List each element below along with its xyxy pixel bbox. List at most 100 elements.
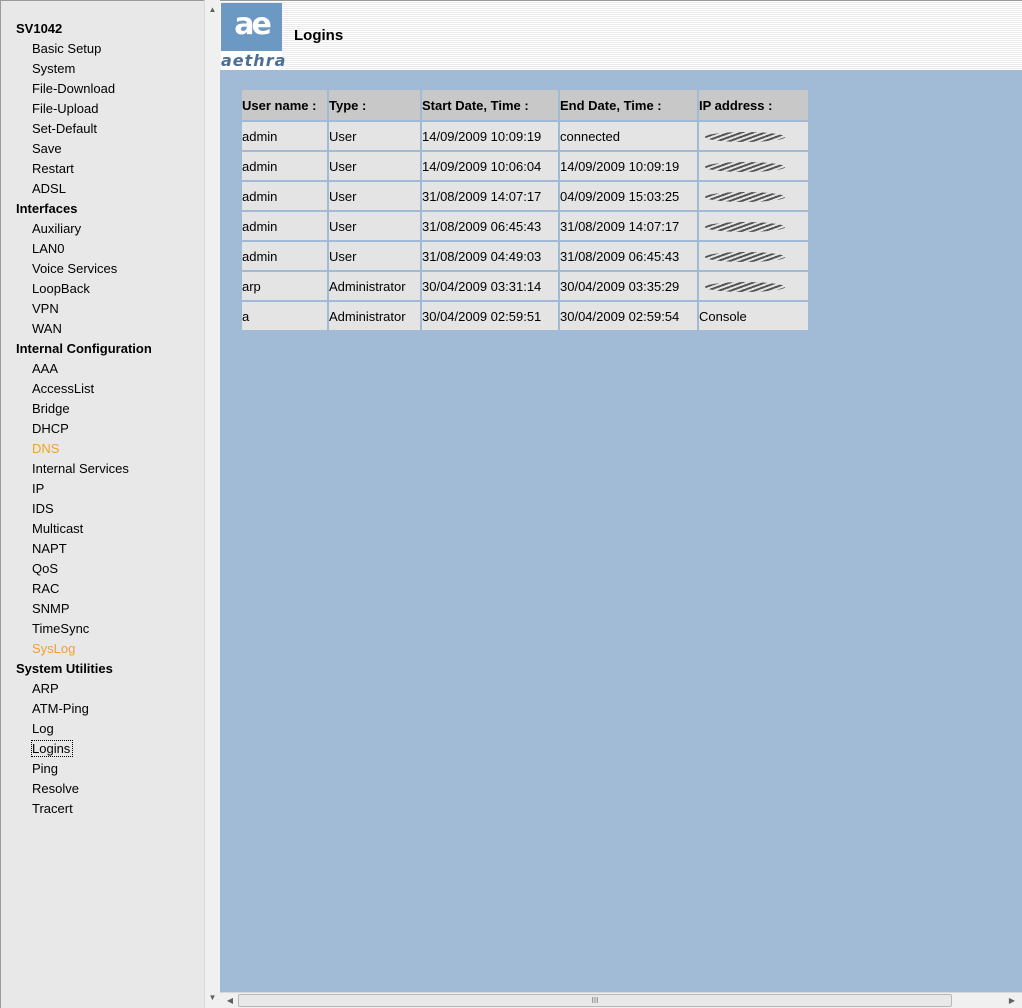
cell-ip-address	[699, 120, 808, 150]
redacted-ip-mark	[705, 222, 785, 233]
nav-item-label: SNMP	[32, 601, 70, 616]
nav-item-adsl[interactable]: ADSL	[1, 179, 205, 199]
nav-item-label: Save	[32, 141, 62, 156]
nav-item-label: Bridge	[32, 401, 70, 416]
nav-item-label: QoS	[32, 561, 59, 576]
nav-item-label: Auxiliary	[32, 221, 82, 236]
content-horizontal-scrollbar[interactable]: ◀ III ▶	[220, 992, 1022, 1008]
nav-item-system[interactable]: System	[1, 59, 205, 79]
cell-start-date: 30/04/2009 02:59:51	[422, 300, 560, 330]
navigation-panel: SV1042 Basic Setup System File-Download File…	[0, 0, 204, 1008]
cell-ip-address	[699, 150, 808, 180]
cell-ip-address	[699, 210, 808, 240]
nav-item-arp[interactable]: ARP	[1, 679, 205, 699]
nav-item-vpn[interactable]: VPN	[1, 299, 205, 319]
scroll-left-arrow-icon[interactable]: ◀	[222, 993, 238, 1008]
nav-item-file-upload[interactable]: File-Upload	[1, 99, 205, 119]
nav-item-basic-setup[interactable]: Basic Setup	[1, 39, 205, 59]
navigation-frame: SV1042 Basic Setup System File-Download File…	[0, 0, 220, 1008]
nav-item-log[interactable]: Log	[1, 719, 205, 739]
nav-item-syslog[interactable]: SysLog	[1, 639, 205, 659]
nav-item-rac[interactable]: RAC	[1, 579, 205, 599]
nav-item-bridge[interactable]: Bridge	[1, 399, 205, 419]
nav-item-file-download[interactable]: File-Download	[1, 79, 205, 99]
nav-item-dns[interactable]: DNS	[1, 439, 205, 459]
logins-table-body: admin User 14/09/2009 10:09:19 connected adm…	[242, 120, 808, 330]
nav-item-resolve[interactable]: Resolve	[1, 779, 205, 799]
table-header-row: User name : Type : Start Date, Time : En…	[242, 90, 808, 120]
table-row: a Administrator 30/04/2009 02:59:51 30/04/2…	[242, 300, 808, 330]
nav-item-lan0[interactable]: LAN0	[1, 239, 205, 259]
horizontal-scroll-thumb[interactable]: III	[238, 994, 952, 1007]
table-row: admin User 31/08/2009 06:45:43 31/08/2009 1…	[242, 210, 808, 240]
nav-item-ids[interactable]: IDS	[1, 499, 205, 519]
nav-group-title[interactable]: Interfaces	[1, 199, 205, 219]
cell-type: Administrator	[329, 300, 422, 330]
nav-group-title[interactable]: Internal Configuration	[1, 339, 205, 359]
table-row: admin User 31/08/2009 14:07:17 04/09/2009 1…	[242, 180, 808, 210]
page-header: ae aethra Logins	[220, 0, 1022, 70]
cell-ip-address	[699, 240, 808, 270]
nav-item-label: File-Download	[32, 81, 116, 96]
cell-type: User	[329, 150, 422, 180]
nav-item-loopback[interactable]: LoopBack	[1, 279, 205, 299]
nav-item-aaa[interactable]: AAA	[1, 359, 205, 379]
cell-start-date: 30/04/2009 03:31:14	[422, 270, 560, 300]
nav-item-label: SysLog	[32, 641, 76, 656]
nav-item-label: Basic Setup	[32, 41, 102, 56]
cell-start-date: 31/08/2009 04:49:03	[422, 240, 560, 270]
nav-item-atm-ping[interactable]: ATM-Ping	[1, 699, 205, 719]
nav-item-napt[interactable]: NAPT	[1, 539, 205, 559]
nav-item-ip[interactable]: IP	[1, 479, 205, 499]
nav-item-label: Log	[32, 721, 54, 736]
nav-item-set-default[interactable]: Set-Default	[1, 119, 205, 139]
cell-start-date: 14/09/2009 10:06:04	[422, 150, 560, 180]
scroll-right-arrow-icon[interactable]: ▶	[1004, 993, 1020, 1008]
navigation-vertical-scrollbar[interactable]: ▲ ▼	[204, 0, 220, 1008]
nav-item-label: Internal Services	[32, 461, 129, 476]
nav-item-voice-services[interactable]: Voice Services	[1, 259, 205, 279]
nav-group-title[interactable]: SV1042	[1, 19, 205, 39]
nav-item-label: ADSL	[32, 181, 66, 196]
nav-item-label: WAN	[32, 321, 62, 336]
nav-item-label: Tracert	[32, 801, 73, 816]
nav-item-internal-services[interactable]: Internal Services	[1, 459, 205, 479]
nav-item-label: LAN0	[32, 241, 65, 256]
nav-item-label: File-Upload	[32, 101, 99, 116]
nav-item-save[interactable]: Save	[1, 139, 205, 159]
page-title: Logins	[294, 27, 344, 44]
nav-item-accesslist[interactable]: AccessList	[1, 379, 205, 399]
nav-item-tracert[interactable]: Tracert	[1, 799, 205, 819]
nav-item-label: ARP	[32, 681, 59, 696]
cell-type: User	[329, 210, 422, 240]
scroll-up-arrow-icon[interactable]: ▲	[205, 2, 220, 18]
redacted-ip-mark	[705, 282, 785, 293]
aethra-logo: ae aethra	[221, 3, 285, 70]
nav-item-label: IP	[32, 481, 45, 496]
cell-ip-address	[699, 270, 808, 300]
nav-item-snmp[interactable]: SNMP	[1, 599, 205, 619]
nav-item-logins[interactable]: Logins	[1, 739, 205, 759]
nav-item-qos[interactable]: QoS	[1, 559, 205, 579]
nav-item-ping[interactable]: Ping	[1, 759, 205, 779]
cell-end-date: 14/09/2009 10:09:19	[560, 150, 699, 180]
nav-item-restart[interactable]: Restart	[1, 159, 205, 179]
nav-group-title[interactable]: System Utilities	[1, 659, 205, 679]
cell-user-name: arp	[242, 270, 329, 300]
cell-type: User	[329, 120, 422, 150]
table-row: admin User 14/09/2009 10:06:04 14/09/2009 1…	[242, 150, 808, 180]
logo-mark-text: ae	[234, 7, 272, 42]
nav-item-timesync[interactable]: TimeSync	[1, 619, 205, 639]
nav-item-dhcp[interactable]: DHCP	[1, 419, 205, 439]
cell-type: User	[329, 180, 422, 210]
nav-item-wan[interactable]: WAN	[1, 319, 205, 339]
nav-item-label: IDS	[32, 501, 54, 516]
nav-item-multicast[interactable]: Multicast	[1, 519, 205, 539]
cell-user-name: admin	[242, 150, 329, 180]
table-row: admin User 31/08/2009 04:49:03 31/08/2009 0…	[242, 240, 808, 270]
column-header-type: Type :	[329, 90, 422, 120]
nav-item-auxiliary[interactable]: Auxiliary	[1, 219, 205, 239]
cell-start-date: 31/08/2009 06:45:43	[422, 210, 560, 240]
nav-item-label: DNS	[32, 441, 60, 456]
scroll-down-arrow-icon[interactable]: ▼	[205, 990, 220, 1006]
